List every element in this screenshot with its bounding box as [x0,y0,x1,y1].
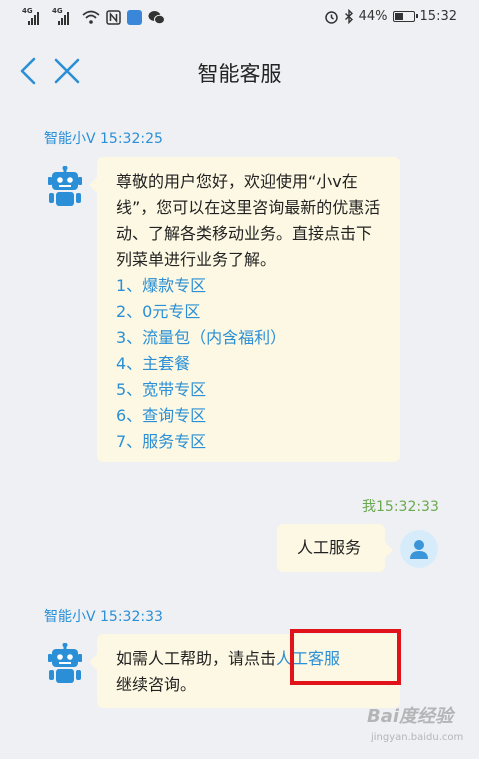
bot-sender-label: 智能小V 15:32:25 [44,131,163,147]
app-notification-icon [127,9,142,25]
wifi-icon [82,10,100,24]
menu-item[interactable]: 5、宽带专区 [116,377,384,403]
robot-avatar-icon [48,166,82,206]
user-avatar [400,530,438,568]
menu-item[interactable]: 2、0元专区 [116,299,384,325]
bluetooth-icon [344,9,353,24]
menu-item[interactable]: 6、查询专区 [116,403,384,429]
menu-item[interactable]: 3、流量包（内含福利） [116,325,384,351]
alarm-icon [324,11,338,24]
menu-item[interactable]: 4、主套餐 [116,351,384,377]
status-bar: 4G 4G 44% 15:32 [0,0,479,38]
watermark-url: jingyan.baidu.com [371,732,464,743]
status-right: 44% 15:32 [324,9,457,24]
menu-list: 1、爆款专区 2、0元专区 3、流量包（内含福利） 4、主套餐 5、宽带专区 6、查询专区… [116,273,384,455]
signal-icon: 4G [22,7,46,25]
nav-bar: 智能客服 [0,38,479,104]
welcome-text: 尊敬的用户您好，欢迎使用“小v在线”，您可以在这里咨询最新的优惠活动、了解各类移… [116,172,381,269]
status-time: 15:32 [419,9,457,24]
user-message-bubble: 人工服务 [277,524,393,572]
page-title: 智能客服 [197,62,282,86]
menu-item[interactable]: 1、爆款专区 [116,273,384,299]
watermark: Bai度经验 jingyan.baidu.com [367,700,467,752]
battery-percent: 44% [358,9,388,24]
status-left: 4G 4G [22,7,165,25]
menu-item[interactable]: 7、服务专区 [116,429,384,455]
battery-icon [392,11,418,22]
robot-avatar-icon [48,643,82,683]
transfer-text: 如需人工帮助，请点击 [116,649,277,668]
transfer-text-continue: 继续咨询。 [116,675,197,694]
user-message-text: 人工服务 [297,538,362,557]
welcome-bubble: 尊敬的用户您好，欢迎使用“小v在线”，您可以在这里咨询最新的优惠活动、了解各类移… [89,157,400,462]
bot-sender-label: 智能小V 15:32:33 [44,609,163,625]
wechat-icon [148,10,165,24]
watermark-logo: Bai度经验 [367,706,454,727]
nfc-icon [106,9,121,25]
highlight-box [290,629,401,685]
user-sender-label: 我15:32:33 [362,499,439,515]
user-icon [410,540,428,559]
signal-icon: 4G [52,7,76,25]
